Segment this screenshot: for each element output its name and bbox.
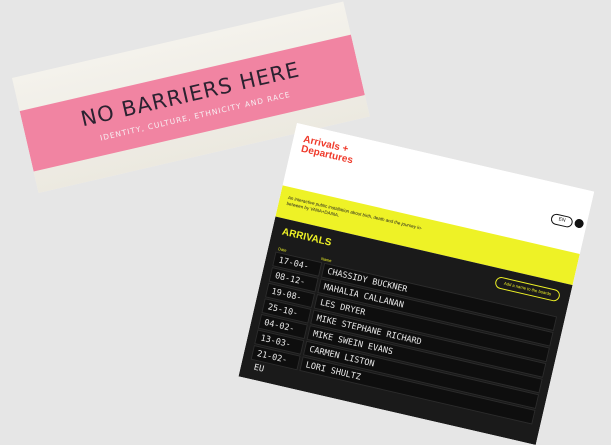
language-button[interactable]: EN (549, 212, 574, 229)
arrivals-departures-card[interactable]: Arrivals + Departures EN An interactive … (238, 123, 595, 445)
board-title: ARRIVALS (280, 226, 333, 249)
add-name-button[interactable]: Add a name to the boards (493, 275, 562, 303)
menu-icon[interactable] (573, 218, 585, 229)
site-logo[interactable]: Arrivals + Departures (300, 134, 382, 172)
board-rows: 17-04-XL CHASSIDY BUCKNER 08-12-LO MAHAL… (250, 251, 558, 425)
